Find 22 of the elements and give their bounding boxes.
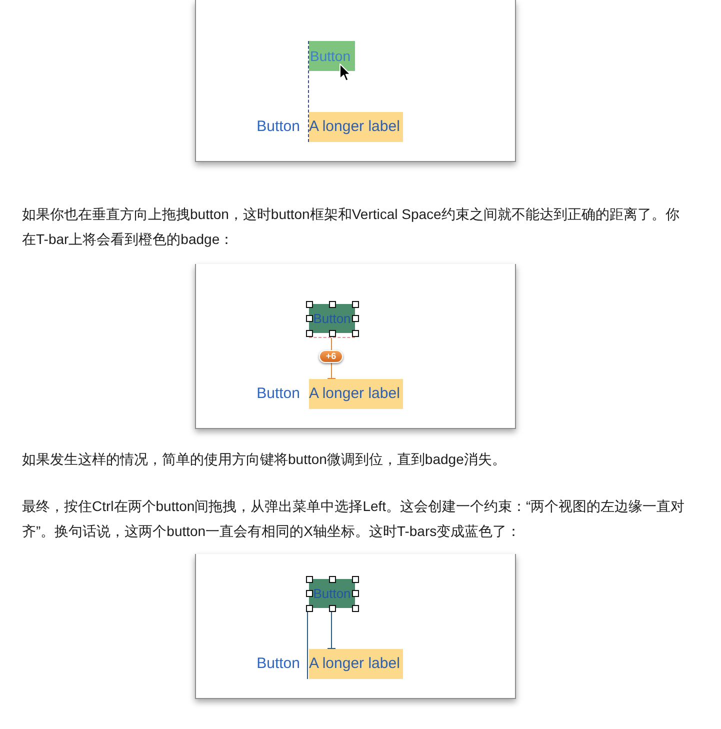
- view-label: Button: [256, 117, 300, 137]
- constraint-badge: +6: [319, 350, 343, 363]
- resize-handle[interactable]: [306, 330, 312, 336]
- resize-handle[interactable]: [306, 604, 312, 612]
- resize-handle[interactable]: [306, 315, 312, 322]
- canvas-button[interactable]: Button: [309, 41, 355, 71]
- paragraph-text: 如果你也在垂直方向上拖拽button，这时button框架和Vertical Space约束之间就不能达到正确的距离了。你在T-bar上将会看到橙色的badge：: [22, 205, 680, 249]
- resize-handle[interactable]: [352, 576, 358, 582]
- resize-handle[interactable]: [328, 576, 336, 582]
- paragraph-text: 最终，按住Ctrl在两个button间拖拽，从弹出菜单中选择Left。这会创建一个约束：“两个视图的左边缘一直对齐”。换句话说，这两个button一直会有相同的X轴坐标。这时T-bars变成蓝色了：: [22, 497, 686, 541]
- resize-handle[interactable]: [328, 300, 336, 308]
- resize-handle[interactable]: [306, 590, 312, 597]
- long-label: A longer label: [309, 649, 403, 679]
- resize-handle[interactable]: [306, 300, 312, 308]
- view-label: Button: [256, 384, 300, 404]
- long-label: A longer label: [309, 112, 403, 142]
- paragraph-text: 如果发生这样的情况，简单的使用方向键将button微调到位，直到badge消失。: [22, 450, 507, 469]
- cursor-icon: [339, 63, 351, 82]
- long-label: A longer label: [309, 379, 403, 409]
- resize-handle[interactable]: [306, 576, 312, 582]
- resize-handle[interactable]: [352, 300, 358, 308]
- view-label: Button: [256, 654, 300, 674]
